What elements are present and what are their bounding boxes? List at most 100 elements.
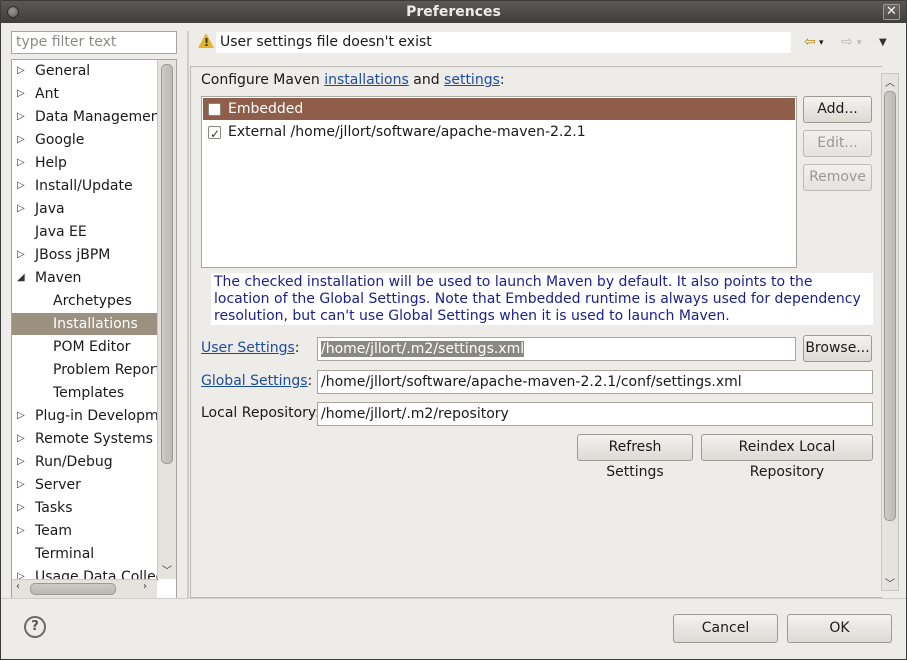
tree-item[interactable]: Archetypes: [12, 290, 158, 312]
tree-item-label: Ant: [35, 86, 59, 102]
tree-item-label: Java: [35, 201, 65, 217]
window-title: Preferences: [406, 4, 501, 20]
tree-item[interactable]: Installations: [12, 313, 158, 335]
scroll-down-icon[interactable]: ﹀: [158, 562, 176, 577]
expand-toggle-icon[interactable]: ▷: [17, 244, 27, 266]
warning-mark: !: [204, 36, 210, 49]
remove-button[interactable]: Remove: [803, 164, 872, 191]
settings-link[interactable]: settings: [444, 72, 500, 88]
back-history-icon[interactable]: ▾: [819, 38, 824, 48]
tree-item[interactable]: ▷ Remote Systems: [12, 428, 158, 450]
tree-item[interactable]: Problem Reporti: [12, 359, 158, 381]
ok-button[interactable]: OK: [787, 614, 892, 643]
page-navigation: ⇦ ▾ ⇨ ▾ ▼: [801, 34, 901, 54]
installation-row[interactable]: External /home/jllort/software/apache-ma…: [203, 121, 795, 145]
tree-item[interactable]: ▷ Ant: [12, 83, 158, 105]
tree-item[interactable]: ▷ Data Management: [12, 106, 158, 128]
tree-item[interactable]: Templates: [12, 382, 158, 404]
content-scroll-down-icon[interactable]: ﹀: [882, 575, 898, 590]
forward-history-icon[interactable]: ▾: [857, 38, 862, 48]
content-scroll-thumb[interactable]: [884, 91, 896, 521]
tree-item[interactable]: ▷ Help: [12, 152, 158, 174]
expand-toggle-icon[interactable]: ▷: [17, 474, 27, 496]
user-settings-input[interactable]: /home/jllort/.m2/settings.xml: [317, 337, 796, 361]
expand-toggle-icon[interactable]: ▷: [17, 405, 27, 427]
tree-item[interactable]: ▷ General: [12, 60, 158, 82]
edit-button[interactable]: Edit...: [803, 130, 872, 157]
tree-item[interactable]: Terminal: [12, 543, 158, 565]
content-vertical-scrollbar[interactable]: ︿ ﹀: [881, 73, 899, 591]
close-window-button[interactable]: ✕: [883, 4, 900, 20]
expand-toggle-icon[interactable]: ▷: [17, 520, 27, 542]
footer-divider: [1, 598, 906, 599]
tree-item-label: Installations: [53, 316, 138, 332]
tree-item[interactable]: ▷ JBoss jBPM: [12, 244, 158, 266]
local-repository-input[interactable]: /home/jllort/.m2/repository: [317, 402, 873, 426]
back-arrow-icon[interactable]: ⇦: [804, 34, 816, 50]
tree-item[interactable]: ▷ Plug-in Developme: [12, 405, 158, 427]
tree-item-label: Problem Reporti: [53, 362, 158, 378]
installations-list: Embedded External /home/jllort/software/…: [201, 96, 797, 268]
global-settings-input[interactable]: /home/jllort/software/apache-maven-2.2.1…: [317, 370, 873, 394]
global-settings-link[interactable]: Global Settings: [201, 373, 308, 389]
tree-hscroll-thumb[interactable]: [30, 583, 116, 595]
expand-toggle-icon[interactable]: ▷: [17, 60, 27, 82]
expand-toggle-icon[interactable]: ▷: [17, 451, 27, 473]
expand-toggle-icon[interactable]: ▷: [17, 497, 27, 519]
tree-horizontal-scrollbar[interactable]: ‹ ›: [12, 579, 157, 598]
tree-scroll-thumb[interactable]: [161, 64, 173, 464]
tree-item[interactable]: ▷ Server: [12, 474, 158, 496]
global-settings-label-group: Global Settings:: [201, 373, 312, 389]
user-settings-link[interactable]: User Settings: [201, 340, 295, 356]
scroll-right-icon[interactable]: ›: [143, 581, 147, 592]
cancel-button[interactable]: Cancel: [673, 614, 778, 643]
expand-toggle-icon[interactable]: ▷: [17, 129, 27, 151]
tree-item[interactable]: ▷ Install/Update: [12, 175, 158, 197]
tree-item-label: Tasks: [35, 500, 73, 516]
tree-item[interactable]: POM Editor: [12, 336, 158, 358]
and-text: and: [408, 72, 445, 88]
embedded-checkbox[interactable]: [208, 103, 221, 116]
browse-button[interactable]: Browse...: [803, 335, 872, 362]
external-checkbox[interactable]: [208, 123, 221, 145]
forward-arrow-icon[interactable]: ⇨: [841, 34, 853, 50]
expand-toggle-icon[interactable]: ▷: [17, 152, 27, 174]
tree-item[interactable]: ◢ Maven: [12, 267, 158, 289]
configure-heading: Configure Maven installations and settin…: [201, 72, 505, 88]
expand-toggle-icon[interactable]: ▷: [17, 106, 27, 128]
expand-toggle-icon[interactable]: ▷: [17, 198, 27, 220]
scroll-left-icon[interactable]: ‹: [16, 581, 20, 592]
content-scroll-up-icon[interactable]: ︿: [882, 74, 898, 89]
add-button[interactable]: Add...: [803, 96, 872, 123]
configure-prefix: Configure Maven: [201, 72, 325, 88]
expand-toggle-icon[interactable]: ▷: [17, 83, 27, 105]
local-repository-label: Local Repository:: [201, 405, 320, 421]
window-menu-icon[interactable]: [7, 6, 19, 18]
filter-input[interactable]: type filter text: [11, 31, 177, 54]
tree-item[interactable]: Java EE: [12, 221, 158, 243]
reindex-repository-button[interactable]: Reindex Local Repository: [701, 434, 873, 480]
expand-toggle-icon[interactable]: ▷: [17, 175, 27, 197]
tree-item-label: POM Editor: [53, 339, 131, 355]
global-settings-colon: :: [307, 373, 313, 389]
colon-text: :: [499, 72, 505, 88]
expanded-toggle-icon[interactable]: ◢: [17, 267, 27, 289]
view-menu-icon[interactable]: ▼: [879, 37, 887, 48]
tree-item-label: General: [35, 63, 91, 79]
installation-label: Embedded: [228, 101, 304, 117]
tree-item-label: Terminal: [35, 546, 95, 562]
tree-vertical-scrollbar[interactable]: ︿ ﹀: [157, 60, 176, 579]
tree-item-label: Help: [35, 155, 67, 171]
installation-row[interactable]: Embedded: [203, 98, 795, 120]
tree-item[interactable]: ▷ Team: [12, 520, 158, 542]
expand-toggle-icon[interactable]: ▷: [17, 428, 27, 450]
pane-splitter[interactable]: [187, 31, 189, 599]
tree-item-label: Archetypes: [53, 293, 132, 309]
refresh-settings-button[interactable]: Refresh Settings: [577, 434, 693, 480]
tree-item[interactable]: ▷ Google: [12, 129, 158, 151]
installations-link[interactable]: installations: [324, 72, 409, 88]
tree-item[interactable]: ▷ Java: [12, 198, 158, 220]
tree-item[interactable]: ▷ Tasks: [12, 497, 158, 519]
help-icon[interactable]: ?: [24, 616, 46, 638]
tree-item[interactable]: ▷ Run/Debug: [12, 451, 158, 473]
